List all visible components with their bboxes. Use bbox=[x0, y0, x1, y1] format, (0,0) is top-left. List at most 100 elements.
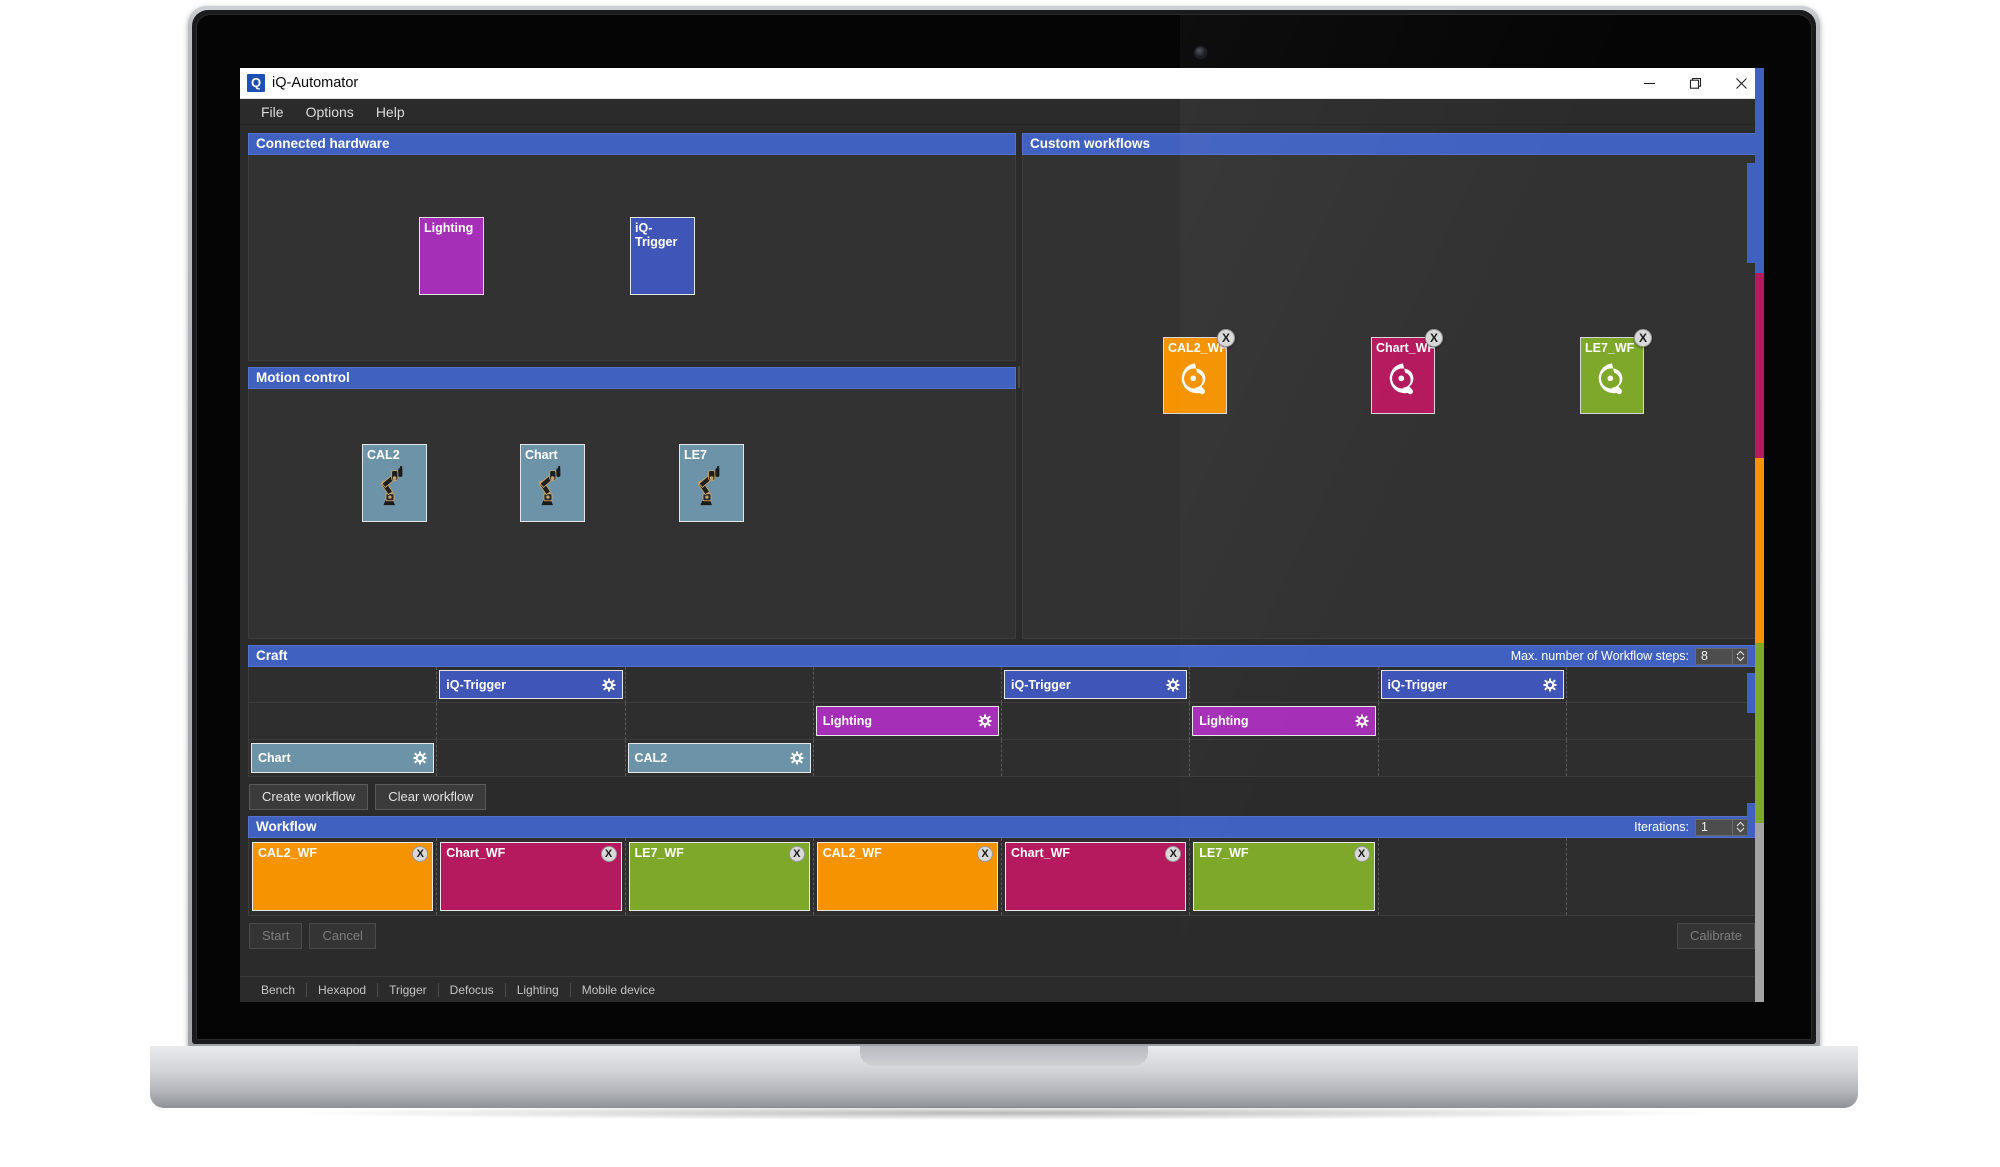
craft-cell-r2-c7[interactable] bbox=[1378, 703, 1567, 740]
craft-block-iq-trigger[interactable]: iQ-Trigger bbox=[439, 670, 623, 700]
gear-icon[interactable] bbox=[1166, 678, 1180, 692]
workflow-slot-5[interactable]: Chart_WF X bbox=[1002, 838, 1191, 915]
remove-workflow-icon[interactable]: X bbox=[1634, 329, 1652, 347]
remove-step-icon[interactable]: X bbox=[788, 846, 805, 862]
gear-icon[interactable] bbox=[1354, 714, 1369, 728]
craft-cell-r2-c3[interactable] bbox=[625, 703, 814, 740]
workflow-slot-4[interactable]: CAL2_WF X bbox=[814, 838, 1002, 915]
craft-cell-r1-c3[interactable] bbox=[625, 667, 814, 704]
iterations-value[interactable]: 1 bbox=[1696, 820, 1732, 835]
scrollbar-thumb-1[interactable] bbox=[1747, 163, 1755, 263]
gear-icon[interactable] bbox=[978, 714, 992, 728]
motion-tile-cal2[interactable]: CAL2 bbox=[362, 444, 427, 522]
craft-cell-r1-c2[interactable]: iQ-Trigger bbox=[437, 667, 626, 704]
craft-cell-r1-c7[interactable]: iQ-Trigger bbox=[1378, 667, 1567, 704]
custom-workflow-tile-chart_wf[interactable]: Chart_WF X bbox=[1371, 329, 1443, 414]
craft-cell-r2-c8[interactable] bbox=[1566, 703, 1755, 740]
workflow-grid: CAL2_WF X Chart_WF X LE7_WF X CAL2_WF X Chart_WF… bbox=[249, 838, 1755, 915]
workflow-step-chart_wf[interactable]: Chart_WF X bbox=[1005, 842, 1187, 911]
craft-cell-r2-c6[interactable]: Lighting bbox=[1190, 703, 1379, 740]
craft-buttons: Create workflow Clear workflow bbox=[248, 777, 1756, 816]
craft-cell-r3-c6[interactable] bbox=[1190, 739, 1379, 776]
craft-block-label: iQ-Trigger bbox=[1011, 677, 1071, 692]
remove-step-icon[interactable]: X bbox=[412, 846, 429, 862]
craft-cell-r3-c2[interactable] bbox=[437, 739, 626, 776]
menu-item-file[interactable]: File bbox=[250, 101, 295, 123]
workflow-step-le7_wf[interactable]: LE7_WF X bbox=[1193, 842, 1375, 911]
status-item-bench[interactable]: Bench bbox=[250, 982, 308, 997]
start-button[interactable]: Start bbox=[249, 923, 303, 949]
craft-cell-r1-c8[interactable] bbox=[1566, 667, 1755, 704]
connected-hardware-title: Connected hardware bbox=[256, 136, 390, 151]
clear-workflow-button[interactable]: Clear workflow bbox=[375, 784, 487, 810]
gear-icon[interactable] bbox=[601, 678, 616, 692]
max-steps-stepper[interactable]: 8 bbox=[1695, 647, 1748, 665]
craft-block-lighting[interactable]: Lighting bbox=[815, 706, 999, 736]
workflow-step-cal2_wf[interactable]: CAL2_WF X bbox=[252, 842, 434, 911]
status-item-hexapod[interactable]: Hexapod bbox=[307, 982, 379, 997]
craft-block-cal2[interactable]: CAL2 bbox=[627, 742, 811, 773]
hardware-tile-iq-trigger[interactable]: iQ-Trigger bbox=[630, 217, 695, 295]
remove-workflow-icon[interactable]: X bbox=[1217, 329, 1235, 347]
craft-cell-r3-c4[interactable] bbox=[814, 739, 1002, 776]
menu-item-options[interactable]: Options bbox=[295, 101, 365, 123]
status-item-mobile-device[interactable]: Mobile device bbox=[571, 983, 666, 997]
custom-workflow-tile-cal2_wf[interactable]: CAL2_WF X bbox=[1163, 329, 1235, 414]
scrollbar-thumb-2[interactable] bbox=[1747, 673, 1755, 713]
hardware-tile-lighting[interactable]: Lighting bbox=[419, 217, 484, 295]
craft-cell-r2-c2[interactable] bbox=[437, 703, 626, 740]
workflow-slot-6[interactable]: LE7_WF X bbox=[1190, 838, 1379, 915]
remove-step-icon[interactable]: X bbox=[1353, 846, 1370, 862]
craft-cell-r1-c6[interactable] bbox=[1190, 667, 1379, 704]
workflow-step-le7_wf[interactable]: LE7_WF X bbox=[628, 842, 810, 911]
remove-step-icon[interactable]: X bbox=[1165, 846, 1182, 862]
craft-cell-r3-c8[interactable] bbox=[1567, 740, 1755, 776]
craft-cell-r3-c7[interactable] bbox=[1379, 739, 1567, 776]
craft-cell-r2-c4[interactable]: Lighting bbox=[813, 703, 1002, 740]
craft-block-lighting[interactable]: Lighting bbox=[1192, 706, 1376, 736]
scrollbar-thumb-3[interactable] bbox=[1747, 803, 1755, 837]
workflow-slot-8[interactable] bbox=[1567, 838, 1755, 915]
calibrate-button[interactable]: Calibrate bbox=[1676, 923, 1755, 949]
iterations-spin-buttons[interactable] bbox=[1732, 819, 1747, 835]
workflow-body[interactable]: CAL2_WF X Chart_WF X LE7_WF X CAL2_WF X Chart_WF… bbox=[248, 838, 1756, 916]
remove-step-icon[interactable]: X bbox=[977, 846, 993, 862]
craft-cell-r2-c1[interactable] bbox=[249, 703, 438, 740]
workflow-slot-1[interactable]: CAL2_WF X bbox=[249, 838, 438, 915]
motion-tile-chart[interactable]: Chart bbox=[520, 444, 585, 522]
craft-cell-r1-c5[interactable]: iQ-Trigger bbox=[1002, 667, 1191, 704]
craft-cell-r1-c4[interactable] bbox=[813, 667, 1002, 704]
max-steps-value[interactable]: 8 bbox=[1696, 649, 1732, 664]
create-workflow-button[interactable]: Create workflow bbox=[249, 784, 369, 810]
craft-cell-r2-c5[interactable] bbox=[1002, 703, 1191, 740]
workflow-slot-2[interactable]: Chart_WF X bbox=[437, 838, 626, 915]
minimize-icon[interactable] bbox=[1626, 68, 1672, 98]
maximize-icon[interactable] bbox=[1672, 68, 1718, 98]
remove-workflow-icon[interactable]: X bbox=[1425, 329, 1443, 347]
craft-block-chart[interactable]: Chart bbox=[251, 742, 435, 773]
craft-block-iq-trigger[interactable]: iQ-Trigger bbox=[1004, 670, 1188, 700]
gear-icon[interactable] bbox=[1543, 678, 1557, 692]
custom-workflow-tile-le7_wf[interactable]: LE7_WF X bbox=[1580, 329, 1652, 414]
workflow-slot-3[interactable]: LE7_WF X bbox=[626, 838, 814, 915]
status-item-defocus[interactable]: Defocus bbox=[439, 982, 506, 997]
workflow-step-chart_wf[interactable]: Chart_WF X bbox=[440, 842, 622, 911]
iterations-stepper[interactable]: 1 bbox=[1695, 818, 1748, 836]
craft-block-iq-trigger[interactable]: iQ-Trigger bbox=[1380, 670, 1564, 700]
workflow-slot-7[interactable] bbox=[1379, 838, 1567, 915]
gear-icon[interactable] bbox=[413, 751, 427, 765]
craft-body[interactable]: iQ-Trigger iQ-Trigger iQ-Trigger Lighting Li… bbox=[248, 667, 1756, 777]
status-item-lighting[interactable]: Lighting bbox=[506, 982, 571, 997]
menu-item-help[interactable]: Help bbox=[365, 101, 416, 123]
max-steps-spin-buttons[interactable] bbox=[1732, 648, 1747, 664]
gear-icon[interactable] bbox=[790, 751, 804, 765]
cancel-button[interactable]: Cancel bbox=[309, 923, 376, 949]
status-item-trigger[interactable]: Trigger bbox=[378, 982, 439, 997]
motion-tile-le7[interactable]: LE7 bbox=[679, 444, 744, 522]
craft-cell-r3-c1[interactable]: Chart bbox=[249, 739, 438, 776]
remove-step-icon[interactable]: X bbox=[600, 846, 617, 862]
craft-cell-r1-c1[interactable] bbox=[249, 667, 438, 704]
craft-cell-r3-c3[interactable]: CAL2 bbox=[626, 739, 814, 776]
craft-cell-r3-c5[interactable] bbox=[1002, 739, 1191, 776]
workflow-step-cal2_wf[interactable]: CAL2_WF X bbox=[816, 842, 998, 911]
